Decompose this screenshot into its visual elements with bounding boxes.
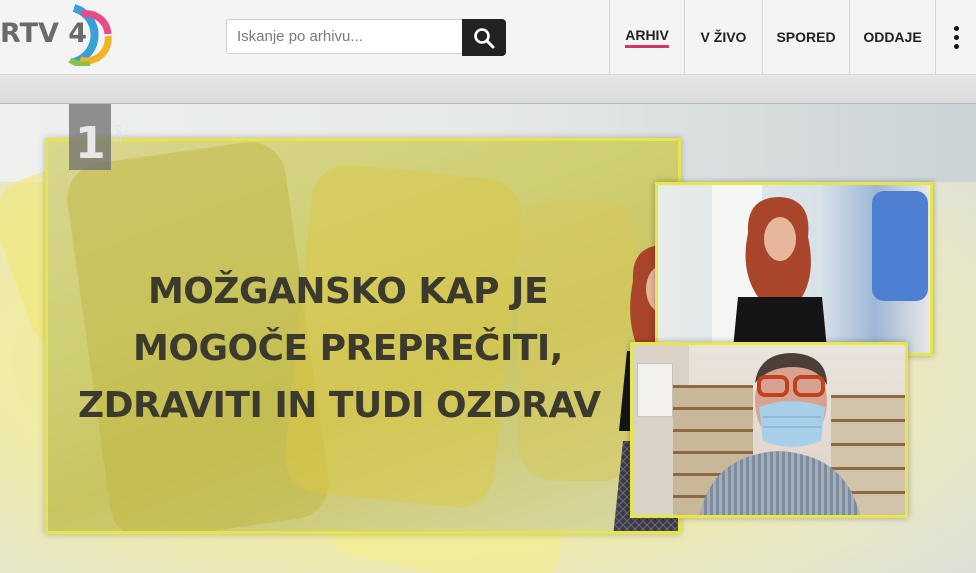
headline-text: MOŽGANSKO KAP JE MOGOČE PREPREČITI, ZDRA… xyxy=(68,263,628,434)
rtv4-logo[interactable]: RTV 4 xyxy=(0,4,120,66)
headline-line: MOGOČE PREPREČITI, xyxy=(133,328,563,369)
search-bar xyxy=(226,19,506,56)
video-player[interactable]: MOŽGANSKO KAP JE MOGOČE PREPREČITI, ZDRA… xyxy=(0,103,976,573)
guest-video-inset xyxy=(630,342,908,518)
search-icon xyxy=(474,27,495,48)
nav-item-oddaje[interactable]: ODDAJE xyxy=(849,0,935,74)
search-input[interactable] xyxy=(226,19,462,54)
studio-camera-inset xyxy=(655,182,933,356)
nav-item-v-zivo[interactable]: V ŽIVO xyxy=(684,0,762,74)
nav-label: V ŽIVO xyxy=(700,29,747,45)
air-conditioner xyxy=(637,363,673,417)
channel-logo: 1 ŽIVO xyxy=(69,104,123,170)
main-graphic-frame: MOŽGANSKO KAP JE MOGOČE PREPREČITI, ZDRA… xyxy=(45,138,681,534)
headline-line: MOŽGANSKO KAP JE xyxy=(147,271,549,312)
headline-line: ZDRAVITI IN TUDI OZDRAV xyxy=(78,385,601,426)
channel-number: 1 xyxy=(75,118,106,169)
site-header: RTV 4 ARHIV V ŽIVO SPORED ODDAJE xyxy=(0,0,976,75)
more-menu-button[interactable] xyxy=(935,0,976,74)
nav-label: ARHIV xyxy=(625,27,669,48)
nav-label: ODDAJE xyxy=(863,29,922,45)
nav-item-arhiv[interactable]: ARHIV xyxy=(609,0,684,74)
more-vertical-icon xyxy=(954,25,959,49)
search-button[interactable] xyxy=(462,19,506,56)
header-band xyxy=(0,75,976,103)
nav-label: SPORED xyxy=(776,29,836,45)
live-label: ŽIVO xyxy=(115,124,123,142)
logo-swirl-icon xyxy=(68,4,112,66)
presenter-figure xyxy=(732,197,828,353)
guest-figure xyxy=(700,353,860,515)
main-nav: ARHIV V ŽIVO SPORED ODDAJE xyxy=(609,0,976,74)
nav-item-spored[interactable]: SPORED xyxy=(762,0,849,74)
studio-screen xyxy=(872,191,928,301)
